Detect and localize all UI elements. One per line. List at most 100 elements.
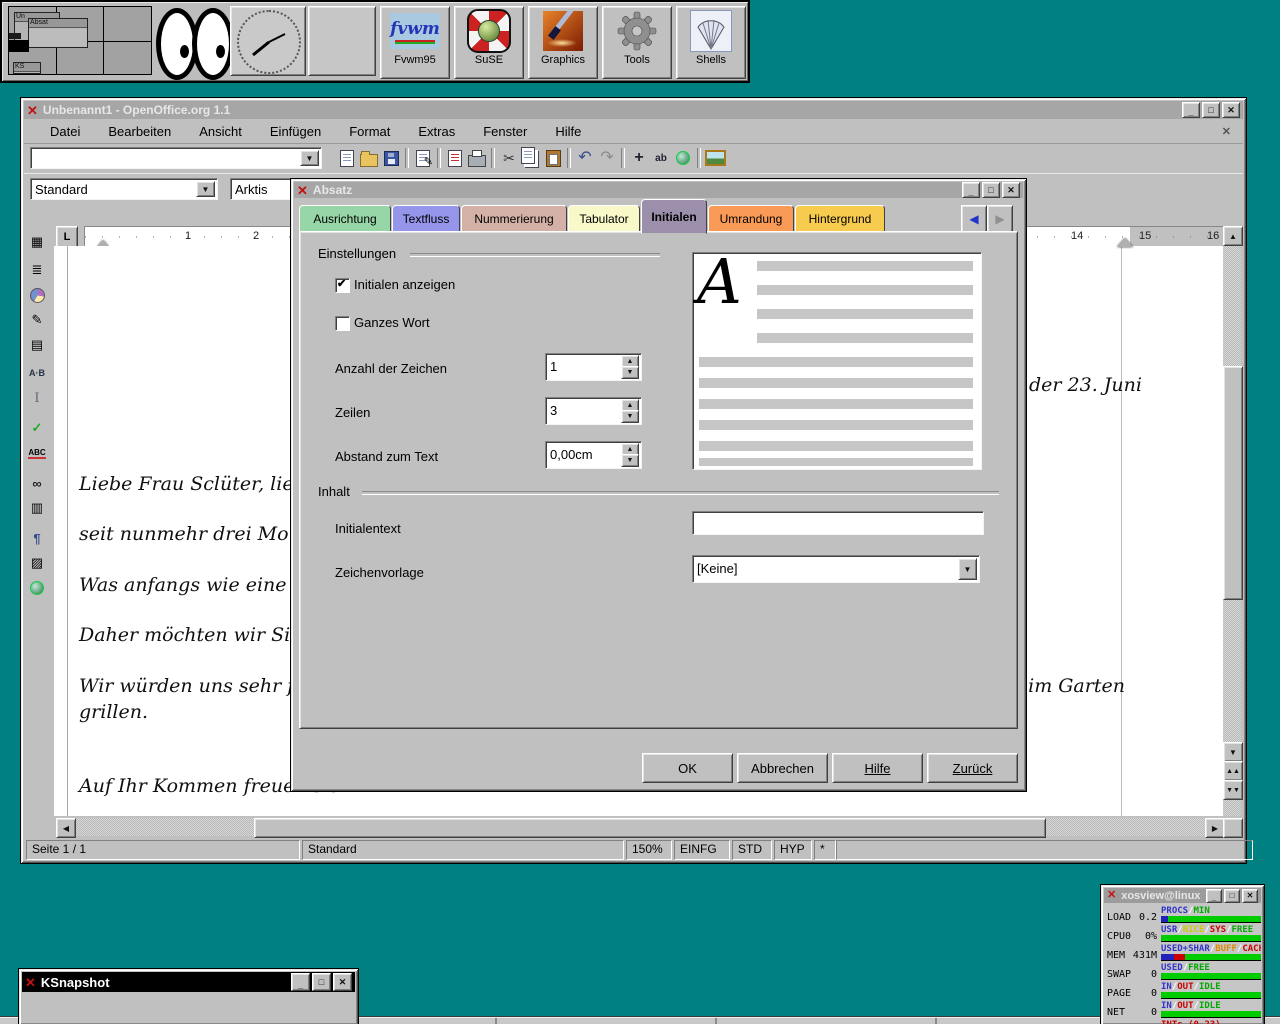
insert-fields-icon[interactable]: ≣ [24,258,50,282]
gallery-icon[interactable] [704,147,726,169]
close-button[interactable]: ✕ [1222,102,1240,118]
close-button[interactable]: ✕ [1242,889,1258,903]
undo-icon[interactable]: ↶ [574,147,596,169]
autospellcheck-icon[interactable]: ABC [24,441,50,465]
close-document-icon[interactable]: ✕ [1222,125,1231,138]
menu-einfuegen[interactable]: Einfügen [256,124,335,139]
xosview-titlebar[interactable]: ✕ xosview@linux _ □ ✕ [1104,888,1261,903]
tab-scroll-left-icon[interactable]: ◀ [961,205,987,233]
maximize-button[interactable]: □ [312,973,331,991]
zurueck-button[interactable]: Zurück [927,753,1018,783]
scroll-right-icon[interactable]: ▶ [1205,818,1225,838]
minimize-button[interactable]: _ [291,973,310,991]
close-button[interactable]: ✕ [333,973,352,991]
zeichenvorlage-combo[interactable]: [Keine] ▼ [692,555,980,583]
edit-file-icon[interactable]: ✎ [412,147,434,169]
fvwm-pager[interactable]: Un Absat KS [8,6,152,75]
launcher-suse[interactable]: SuSE [454,6,524,79]
ok-button[interactable]: OK [642,753,733,783]
save-icon[interactable] [380,147,402,169]
menu-ansicht[interactable]: Ansicht [185,124,256,139]
vertical-scrollbar-thumb[interactable] [1223,366,1243,600]
menu-format[interactable]: Format [335,124,404,139]
data-sources-icon[interactable]: ▥ [24,496,50,520]
scroll-down-icon[interactable]: ▼ [1223,742,1243,762]
maximize-button[interactable]: □ [1224,889,1240,903]
maximize-button[interactable]: □ [1202,102,1220,118]
cut-icon[interactable]: ✂ [498,147,520,169]
launcher-fvwm95[interactable]: fvwm Fvwm95 [380,6,450,79]
online-layout-icon[interactable] [24,576,50,600]
combo-arrow-icon[interactable]: ▼ [958,558,977,580]
spin-down-icon[interactable]: ▼ [621,366,639,379]
tab-umrandung[interactable]: Umrandung [708,205,794,233]
spin-down-icon[interactable]: ▼ [621,454,639,467]
pager-mini-window-dialog[interactable]: Absat [28,18,88,48]
paste-icon[interactable] [542,147,564,169]
next-page-icon[interactable]: ▼▼ [1223,780,1243,800]
tab-nummerierung[interactable]: Nummerierung [461,205,567,233]
insert-object-chart-icon[interactable] [24,283,50,307]
ksnapshot-titlebar[interactable]: ✕ KSnapshot _ □ ✕ [22,972,355,992]
pager-mini-window[interactable] [9,40,29,52]
navigator-icon[interactable]: + [628,147,650,169]
tab-textfluss[interactable]: Textfluss [392,205,460,233]
tab-ausrichtung[interactable]: Ausrichtung [299,205,391,233]
form-functions-icon[interactable]: ▤ [24,333,50,357]
anzahl-zeichen-spinbox[interactable]: 1 ▲ ▼ [545,353,642,381]
stylist-icon[interactable]: ab [650,147,672,169]
writer-titlebar[interactable]: ✕ Unbenannt1 - OpenOffice.org 1.1 _ □ ✕ [24,101,1243,119]
horizontal-scrollbar-thumb[interactable] [254,818,1046,838]
dialog-titlebar[interactable]: ✕ Absatz _ □ ✕ [294,182,1023,198]
ganzes-wort-checkbox[interactable] [335,316,350,331]
menu-hilfe[interactable]: Hilfe [541,124,595,139]
find-replace-icon[interactable]: ∞ [24,471,50,495]
minimize-button[interactable]: _ [1206,889,1222,903]
abstand-spinbox[interactable]: 0,00cm ▲ ▼ [545,441,642,469]
initialentext-input[interactable] [692,511,984,535]
status-hyperlink-mode[interactable]: HYP [774,840,812,860]
hyperlink-globe-icon[interactable] [672,147,694,169]
open-icon[interactable] [358,147,380,169]
menu-extras[interactable]: Extras [404,124,469,139]
menu-datei[interactable]: Datei [36,124,94,139]
tab-initialen[interactable]: Initialen [641,199,707,234]
pager-mini-window-ksnapshot[interactable]: KS [13,62,41,74]
new-document-icon[interactable] [336,147,358,169]
mail-document-icon[interactable] [444,147,466,169]
launcher-graphics[interactable]: Graphics [528,6,598,79]
menu-fenster[interactable]: Fenster [469,124,541,139]
scroll-up-icon[interactable]: ▲ [1223,226,1243,246]
abbrechen-button[interactable]: Abbrechen [737,753,828,783]
dialog-minimize-button[interactable]: _ [962,182,980,198]
graphics-onoff-icon[interactable]: ▨ [24,551,50,575]
spin-down-icon[interactable]: ▼ [621,410,639,423]
menu-bearbeiten[interactable]: Bearbeiten [94,124,185,139]
status-selection-mode[interactable]: STD [732,840,772,860]
url-combo-arrow-icon[interactable]: ▼ [300,150,319,166]
redo-icon[interactable]: ↷ [596,147,618,169]
copy-icon[interactable] [520,147,542,169]
tab-scroll-right-icon[interactable]: ▶ [987,205,1013,233]
nonprinting-characters-icon[interactable]: ¶ [24,526,50,550]
style-combo-arrow-icon[interactable]: ▼ [196,181,215,197]
minimize-button[interactable]: _ [1182,102,1200,118]
direct-cursor-icon[interactable]: I [24,386,50,410]
paragraph-style-combo[interactable]: Standard ▼ [30,178,218,200]
tab-hintergrund[interactable]: Hintergrund [795,205,885,233]
dialog-close-button[interactable]: ✕ [1002,182,1020,198]
pager-mini-window[interactable] [9,33,21,39]
status-insert-mode[interactable]: EINFG [674,840,730,860]
draw-functions-icon[interactable]: ✎ [24,308,50,332]
initialen-anzeigen-checkbox[interactable] [335,278,350,293]
indent-marker-icon[interactable] [1117,238,1133,247]
dialog-maximize-button[interactable]: □ [982,182,1000,198]
panel-blank-button[interactable] [308,6,376,76]
launcher-shells[interactable]: Shells [676,6,746,79]
insert-table-icon[interactable]: ▦ [24,230,50,254]
launcher-tools[interactable]: Tools [602,6,672,79]
print-icon[interactable] [466,147,488,169]
autotext-icon[interactable]: A·B [24,361,50,385]
spellcheck-icon[interactable]: ✓ [24,416,50,440]
url-combo[interactable]: ▼ [30,147,322,169]
